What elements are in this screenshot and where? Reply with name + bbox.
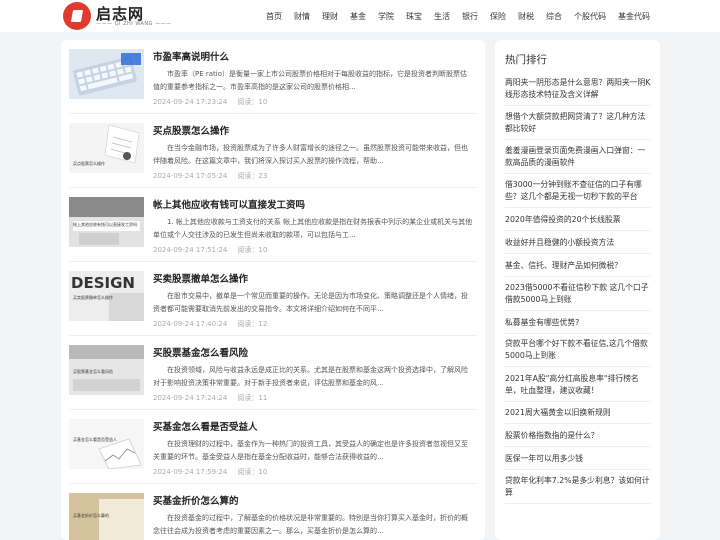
article-title[interactable]: 买点股票怎么操作 bbox=[153, 123, 229, 137]
article-reads: 阅读：23 bbox=[237, 172, 268, 180]
article-reads: 阅读：10 bbox=[237, 98, 268, 106]
list-item: 帐上其他应收有钱可以直接发工资吗 帐上其他应收有钱可以直接发工资吗 1. 帐上其… bbox=[69, 188, 477, 262]
chart-paper-image-icon bbox=[69, 419, 144, 469]
thumbnail-caption: 买卖股票撤单怎么操作 bbox=[73, 295, 113, 300]
hot-item[interactable]: 2020年值得投资的20个长线股票 bbox=[505, 214, 651, 231]
nav-item-licai[interactable]: 理财 bbox=[322, 11, 338, 22]
article-thumbnail[interactable]: 买基金怎么看是否受益人 bbox=[69, 419, 144, 469]
article-title[interactable]: 帐上其他应收有钱可以直接发工资吗 bbox=[153, 197, 305, 211]
site-logo[interactable]: 启志网 ——— QI ZHI WANG ——— bbox=[63, 2, 173, 30]
hot-item[interactable]: 基金、信托、理财产品如何微税？ bbox=[505, 260, 651, 277]
nav-item-jijin[interactable]: 基金 bbox=[350, 11, 366, 22]
article-reads: 阅读：12 bbox=[237, 320, 268, 328]
list-item: 买基金怎么看是否受益人 买基金怎么看是否受益人 在投资理财的过程中，基金作为一种… bbox=[69, 410, 477, 484]
article-meta: 2024-09-24 17:59:24 阅读：10 bbox=[153, 467, 277, 477]
nav-item-shenghuo[interactable]: 生活 bbox=[434, 11, 450, 22]
hot-item[interactable]: 医保一年可以用多少钱 bbox=[505, 453, 651, 470]
nav-item-caiqing[interactable]: 财情 bbox=[294, 11, 310, 22]
article-thumbnail[interactable]: DESIGN 买卖股票撤单怎么操作 bbox=[69, 271, 144, 321]
article-reads: 阅读：11 bbox=[237, 394, 268, 402]
article-title[interactable]: 买卖股票撤单怎么操作 bbox=[153, 271, 248, 285]
article-summary: 1. 帐上其他应收款与工资支付的关系 帐上其他应收款是指在财务报表中列示的某企业… bbox=[153, 218, 473, 239]
logo-subtitle: ——— QI ZHI WANG ——— bbox=[96, 21, 172, 27]
nav-item-home[interactable]: 首页 bbox=[266, 11, 282, 22]
hot-item[interactable]: 贷款平台哪个好下款不看征信,这几个借款5000马上到账 bbox=[505, 338, 651, 367]
article-date: 2024-09-24 17:24:24 bbox=[153, 394, 228, 402]
nav-item-baoxian[interactable]: 保险 bbox=[490, 11, 506, 22]
article-meta: 2024-09-24 17:40:24 阅读：12 bbox=[153, 319, 277, 329]
article-date: 2024-09-24 17:59:24 bbox=[153, 468, 228, 476]
hot-item[interactable]: 两阳夹一阴形态是什么意思？两阳夹一阴K线形态技术特征及含义详解 bbox=[505, 77, 651, 106]
hot-item[interactable]: 收益好并且稳健的小额投资方法 bbox=[505, 237, 651, 254]
article-thumbnail[interactable] bbox=[69, 49, 144, 99]
hot-item[interactable]: 股票价格指数指的是什么？ bbox=[505, 430, 651, 447]
article-thumbnail[interactable]: 帐上其他应收有钱可以直接发工资吗 bbox=[69, 197, 144, 247]
hot-ranking-title: 热门排行 bbox=[505, 54, 547, 66]
hot-item[interactable]: 2021年A股"高分红高股息率"排行榜名单，吐血整理，建议收藏！ bbox=[505, 373, 651, 402]
nav-item-zhubao[interactable]: 珠宝 bbox=[406, 11, 422, 22]
top-header: 启志网 ——— QI ZHI WANG ——— 首页 财情 理财 基金 学院 珠… bbox=[0, 0, 720, 32]
hot-ranking-panel: 热门排行 两阳夹一阴形态是什么意思？两阳夹一阴K线形态技术特征及含义详解 想借个… bbox=[495, 40, 660, 540]
article-thumbnail[interactable]: 买点股票怎么操作 bbox=[69, 123, 144, 173]
list-item: 买点股票怎么操作 买点股票怎么操作 在当今金融市场，投资股票成为了许多人财富增长… bbox=[69, 114, 477, 188]
article-title[interactable]: 买股票基金怎么看风险 bbox=[153, 345, 248, 359]
article-summary: 在投资领域，风险与收益永远是成正比的关系。尤其是在股票和基金这两个投资选择中，了… bbox=[153, 366, 468, 387]
article-title[interactable]: 市盈率高说明什么 bbox=[153, 49, 229, 63]
svg-text:DESIGN: DESIGN bbox=[71, 274, 135, 292]
article-meta: 2024-09-24 17:24:24 阅读：11 bbox=[153, 393, 277, 403]
article-summary: 在投资基金的过程中，了解基金的价格状况是非常重要的。特别是当你打算买入基金时，折… bbox=[153, 514, 468, 535]
article-meta: 2024-09-24 17:51:24 阅读：10 bbox=[153, 245, 277, 255]
article-summary: 在股市交易中，撤单是一个常见而重要的操作。无论是因为市场变化、策略调整还是个人情… bbox=[153, 292, 468, 313]
nav-item-yinhang[interactable]: 银行 bbox=[462, 11, 478, 22]
main-nav: 首页 财情 理财 基金 学院 珠宝 生活 银行 保险 财税 综合 个股代码 基金… bbox=[254, 0, 650, 32]
article-summary: 市盈率（PE ratio）是衡量一家上市公司股票价格相对于每股收益的指标，它是投… bbox=[153, 70, 468, 91]
hot-item[interactable]: 借3000一分钟到账不查征信的口子有哪些？这几个都是无视一切秒下款的平台 bbox=[505, 179, 651, 208]
article-date: 2024-09-24 17:40:24 bbox=[153, 320, 228, 328]
list-item: 市盈率高说明什么 市盈率（PE ratio）是衡量一家上市公司股票价格相对于每股… bbox=[69, 40, 477, 114]
article-title[interactable]: 买基金怎么看是否受益人 bbox=[153, 419, 258, 433]
article-date: 2024-09-24 17:05:24 bbox=[153, 172, 228, 180]
keyboard-image-icon bbox=[69, 49, 144, 99]
article-title[interactable]: 买基金折价怎么算的 bbox=[153, 493, 239, 507]
article-meta: 2024-09-24 17:05:24 阅读：23 bbox=[153, 171, 277, 181]
nav-item-stock-code[interactable]: 个股代码 bbox=[574, 11, 606, 22]
article-meta: 2024-09-24 17:23:24 阅读：10 bbox=[153, 97, 277, 107]
hot-item[interactable]: 2021周大福黄金以旧换新规则 bbox=[505, 407, 651, 424]
hot-item[interactable]: 贷款年化利率7.2%是多少利息？该如何计算 bbox=[505, 475, 651, 504]
hot-item[interactable]: 羞羞漫画登录页面免费漫画入口弹窗：一款高品质的漫画软件 bbox=[505, 145, 651, 174]
article-thumbnail[interactable]: 买基金折价怎么算的 bbox=[69, 493, 144, 540]
article-reads: 阅读：10 bbox=[237, 246, 268, 254]
article-date: 2024-09-24 17:51:24 bbox=[153, 246, 228, 254]
nav-item-xueyuan[interactable]: 学院 bbox=[378, 11, 394, 22]
article-date: 2024-09-24 17:23:24 bbox=[153, 98, 228, 106]
thumbnail-caption: 帐上其他应收有钱可以直接发工资吗 bbox=[73, 222, 137, 227]
thumbnail-caption: 买点股票怎么操作 bbox=[73, 161, 105, 166]
logo-mark-icon bbox=[63, 2, 91, 30]
list-item: 买股票基金怎么看风险 买股票基金怎么看风险 在投资领域，风险与收益永远是成正比的… bbox=[69, 336, 477, 410]
nav-item-caishui[interactable]: 财税 bbox=[518, 11, 534, 22]
list-item: 买基金折价怎么算的 买基金折价怎么算的 在投资基金的过程中，了解基金的价格状况是… bbox=[69, 484, 477, 540]
article-reads: 阅读：10 bbox=[237, 468, 268, 476]
thumbnail-caption: 买基金怎么看是否受益人 bbox=[73, 437, 117, 442]
nav-item-fund-code[interactable]: 基金代码 bbox=[618, 11, 650, 22]
hot-item[interactable]: 私募基金有哪些优势? bbox=[505, 317, 651, 334]
article-summary: 在当今金融市场，投资股票成为了许多人财富增长的途径之一。虽然股票投资可能带来收益… bbox=[153, 144, 468, 165]
article-summary: 在投资理财的过程中，基金作为一种热门的投资工具，其受益人的确定也是许多投资者忽视… bbox=[153, 440, 468, 461]
list-item: DESIGN 买卖股票撤单怎么操作 买卖股票撤单怎么操作 在股市交易中，撤单是一… bbox=[69, 262, 477, 336]
hot-item[interactable]: 想借个大额贷款把网贷清了？这几种方法都比较好 bbox=[505, 111, 651, 140]
hot-item[interactable]: 2023借5000不看征信秒下款 这几个口子借款5000马上到账 bbox=[505, 282, 651, 311]
article-list: 市盈率高说明什么 市盈率（PE ratio）是衡量一家上市公司股票价格相对于每股… bbox=[61, 40, 485, 540]
nav-item-zonghe[interactable]: 综合 bbox=[546, 11, 562, 22]
thumbnail-caption: 买基金折价怎么算的 bbox=[73, 513, 109, 518]
thumbnail-caption: 买股票基金怎么看风险 bbox=[73, 369, 113, 374]
article-thumbnail[interactable]: 买股票基金怎么看风险 bbox=[69, 345, 144, 395]
